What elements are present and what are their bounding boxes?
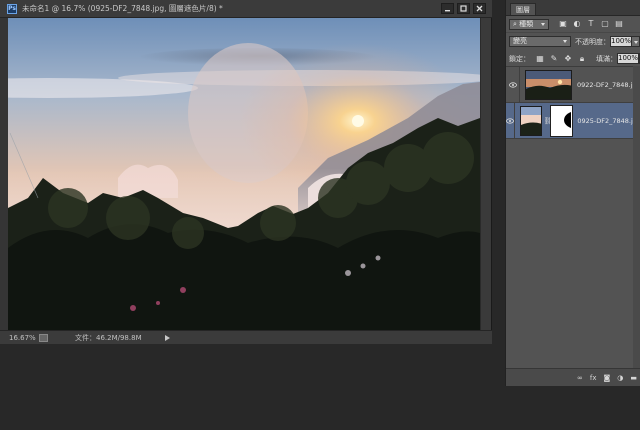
panel-tab-bar: 圖層 [506, 0, 640, 16]
maximize-icon [460, 5, 467, 12]
layers-panel-footer: ∞ fx ◙ ◑ ▬ [506, 368, 640, 386]
minimize-button[interactable] [441, 3, 454, 14]
layers-scrollbar[interactable] [633, 66, 640, 368]
status-menu-arrow-icon[interactable] [164, 334, 170, 341]
layer-thumbnail [520, 105, 542, 136]
pixel-filter-icon[interactable]: ▣ [559, 20, 567, 28]
layers-list: 0922-DF2_7848.jpg ⛓ 0925-DF2_7848.jpg [506, 66, 640, 368]
opacity-dropdown-button[interactable] [632, 36, 640, 47]
lock-icons: ▦ ✎ ✥ 🔒︎ [536, 54, 586, 63]
visibility-toggle[interactable] [506, 102, 515, 139]
layer-thumbnail [525, 69, 572, 100]
fx-icon[interactable]: fx [590, 374, 597, 382]
fill-input[interactable]: 100% [617, 53, 639, 64]
mask-icon[interactable]: ◙ [603, 374, 610, 382]
tab-layers[interactable]: 圖層 [510, 3, 536, 15]
close-button[interactable] [473, 3, 486, 14]
layer-name[interactable]: 0925-DF2_7848.jpg [577, 117, 640, 125]
window-controls [441, 3, 486, 14]
blend-options-row: 變亮 不透明度： 100% [506, 33, 640, 50]
lock-label: 鎖定： [509, 54, 530, 63]
lock-all-icon[interactable]: 🔒︎ [578, 54, 586, 63]
chevron-down-icon [541, 22, 545, 26]
blend-mode-select[interactable]: 變亮 [509, 36, 571, 47]
minimize-icon [445, 10, 450, 12]
layer-name[interactable]: 0922-DF2_7848.jpg [577, 81, 640, 89]
adjustment-filter-icon[interactable]: ◐ [573, 20, 581, 28]
layer-mask-thumbnail[interactable] [549, 104, 574, 137]
document-titlebar[interactable]: Ps 未命名1 @ 16.7% (0925-DF2_7848.jpg, 圖層遮色… [0, 0, 492, 18]
visibility-toggle[interactable] [506, 66, 520, 103]
filter-icons: ▣ ◐ T ▢ ▤ [559, 20, 623, 28]
link-icon[interactable]: ∞ [577, 374, 583, 382]
layers-panel: 圖層 ⌕ 種類 ▣ ◐ T ▢ ▤ 變亮 不透明度： 100% 鎖定： ▦ ✎ … [505, 0, 640, 386]
filter-kind-label: 種類 [519, 19, 534, 28]
layer-filter-row: ⌕ 種類 ▣ ◐ T ▢ ▤ [506, 16, 640, 33]
canvas-scrollbar[interactable] [480, 18, 491, 330]
document-size: 文件：46.2M/98.8M [75, 333, 142, 342]
filter-kind-select[interactable]: ⌕ 種類 [509, 18, 549, 30]
group-icon[interactable]: ▬ [630, 374, 637, 382]
eye-icon [508, 81, 517, 88]
shape-filter-icon[interactable]: ▢ [601, 20, 609, 28]
smart-object-filter-icon[interactable]: ▤ [615, 20, 623, 28]
image-canvas[interactable] [8, 18, 480, 330]
close-icon [476, 5, 483, 12]
landscape-photo [8, 18, 480, 330]
status-info-icon[interactable] [39, 333, 48, 342]
document-status-bar: 16.67% 文件：46.2M/98.8M [0, 330, 492, 344]
mask-link-icon[interactable]: ⛓ [544, 117, 553, 125]
eye-icon [506, 117, 514, 124]
opacity-input[interactable]: 100% [610, 36, 632, 47]
document-title: 未命名1 @ 16.7% (0925-DF2_7848.jpg, 圖層遮色片/8… [22, 4, 223, 13]
blend-mode-label: 變亮 [513, 37, 527, 45]
opacity-label: 不透明度： [575, 37, 610, 46]
layer-row-selected[interactable]: ⛓ 0925-DF2_7848.jpg [506, 102, 640, 139]
maximize-button[interactable] [457, 3, 470, 14]
lock-image-icon[interactable]: ✎ [550, 54, 558, 63]
chevron-down-icon [563, 40, 567, 43]
document-window: Ps 未命名1 @ 16.7% (0925-DF2_7848.jpg, 圖層遮色… [0, 0, 492, 344]
type-filter-icon[interactable]: T [587, 20, 595, 28]
fill-label: 填滿： [596, 54, 617, 63]
zoom-level[interactable]: 16.67% [9, 334, 36, 342]
adjustment-icon[interactable]: ◑ [617, 374, 623, 382]
lock-position-icon[interactable]: ✥ [564, 54, 572, 63]
lock-transparent-icon[interactable]: ▦ [536, 54, 544, 63]
lock-options-row: 鎖定： ▦ ✎ ✥ 🔒︎ 填滿： 100% [506, 50, 640, 67]
photoshop-icon: Ps [7, 3, 17, 14]
layer-row[interactable]: 0922-DF2_7848.jpg [506, 66, 640, 103]
